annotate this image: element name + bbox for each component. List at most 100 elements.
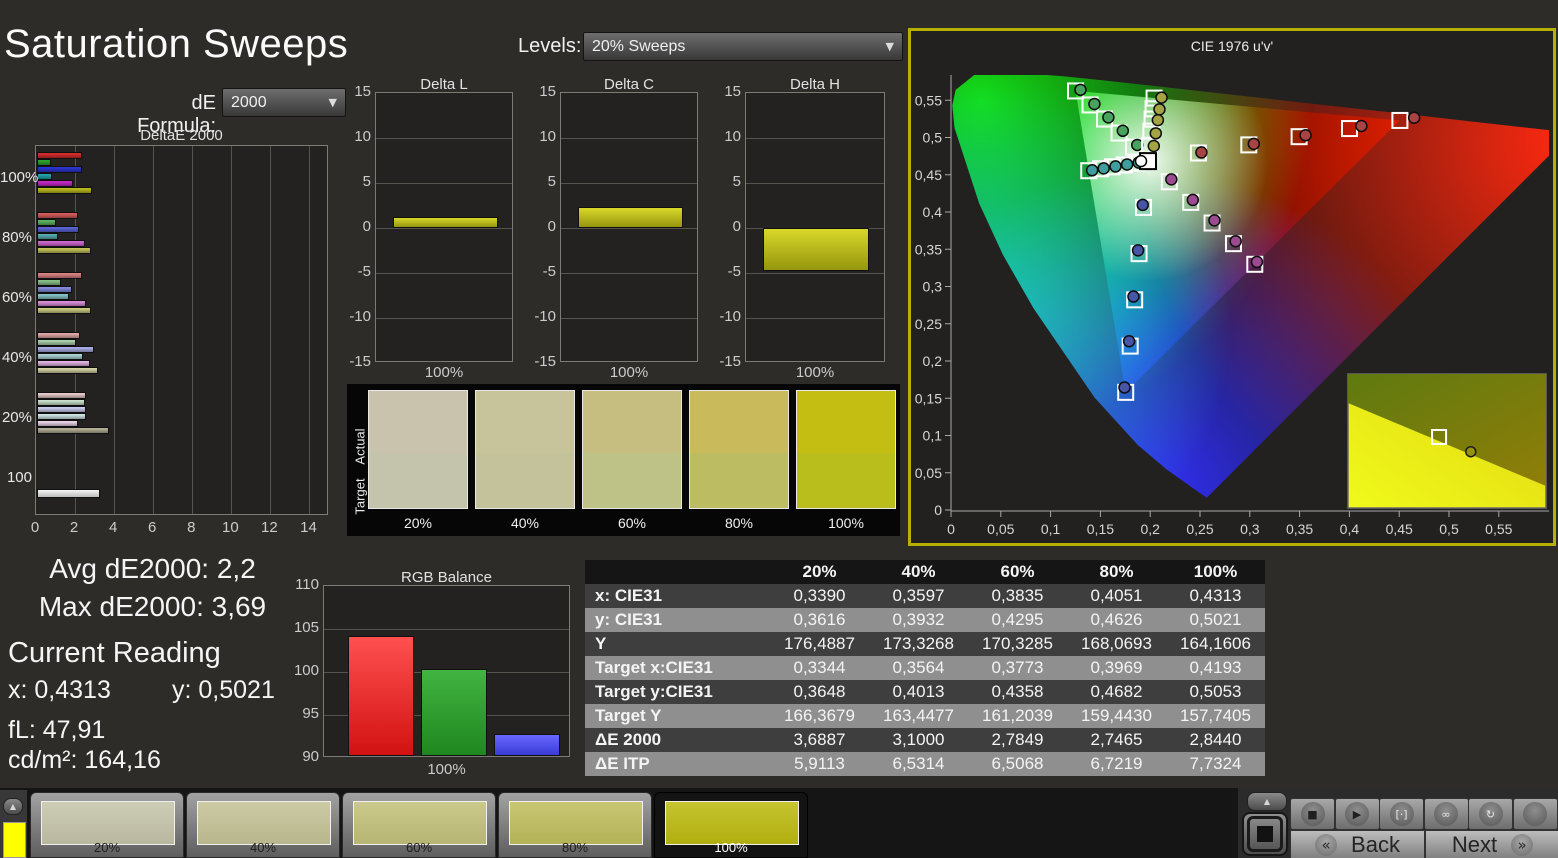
delta-chart-x-label: 100% [424, 364, 464, 381]
table-value-cell: 0,4193 [1166, 656, 1265, 680]
chevron-right-icon: » [1511, 834, 1534, 856]
swatch-color [353, 801, 487, 845]
svg-text:0,35: 0,35 [915, 241, 942, 257]
table-value-cell: 168,0693 [1067, 632, 1166, 656]
deltae-bar [37, 489, 100, 498]
table-value-cell: 170,3285 [968, 632, 1067, 656]
svg-text:0,25: 0,25 [915, 316, 942, 332]
gridline [376, 273, 512, 274]
svg-text:0,5: 0,5 [1439, 521, 1459, 537]
levels-label: Levels: [518, 35, 582, 57]
loop-icon: ∞ [1434, 802, 1458, 826]
table-row-label: Target y:CIE31 [585, 680, 770, 704]
table-value-cell: 166,3679 [770, 704, 869, 728]
svg-text:0,3: 0,3 [923, 279, 943, 295]
swatch-column-label: 80% [724, 515, 754, 531]
cie-measured-marker-red [1355, 119, 1368, 133]
group-label: 40% [1, 349, 32, 366]
levels-dropdown[interactable]: 20% Sweeps ▼ [583, 32, 903, 61]
cie-measured-marker-yellow [1151, 113, 1165, 127]
back-button[interactable]: « Back [1290, 830, 1425, 858]
y-tick-label: -5 [357, 263, 371, 280]
stop-button[interactable]: ■ [1290, 798, 1335, 830]
cie-measured-marker-blue [1131, 244, 1145, 257]
marker-icon: [·] [1389, 802, 1414, 826]
collapse-up-button[interactable]: ▲ [3, 798, 23, 815]
table-value-cell: 163,4477 [869, 704, 968, 728]
delta-chart-title: Delta H [789, 76, 841, 93]
svg-text:0,05: 0,05 [987, 521, 1014, 537]
back-button-label: Back [1351, 832, 1400, 857]
y-tick-label: 5 [732, 173, 741, 190]
swatch-color [509, 801, 643, 845]
saturation-swatch-button-100%[interactable]: 100% [654, 792, 808, 858]
actual-row-label: Actual [352, 428, 368, 465]
y-tick-label: 15 [539, 83, 556, 100]
table-value-cell: 0,5021 [1166, 608, 1265, 632]
delta-bar [393, 217, 498, 228]
cie-measured-marker-cyan [1120, 158, 1134, 171]
actual-swatch [582, 390, 682, 453]
marker-button[interactable]: [·] [1379, 798, 1424, 830]
reading-x: x: 0,4313 [8, 676, 111, 704]
cie-measured-marker-green [1102, 111, 1115, 124]
de-formula-dropdown[interactable]: 2000 ▼ [222, 88, 346, 117]
saturation-swatch-button-80%[interactable]: 80% [498, 792, 652, 858]
cie-measured-marker-blue [1127, 290, 1140, 303]
saturation-swatch-button-60%[interactable]: 60% [342, 792, 496, 858]
rgb-balance-title: RGB Balance [401, 569, 492, 586]
saturation-swatch-button-20%[interactable]: 20% [30, 792, 184, 858]
cie-title: CIE 1976 u'v' [1191, 38, 1273, 54]
gridline [746, 183, 884, 184]
svg-text:0,25: 0,25 [1186, 521, 1213, 537]
table-value-cell: 0,4295 [968, 608, 1067, 632]
svg-text:0,55: 0,55 [915, 92, 942, 108]
reading-fl: fL: 47,91 [8, 716, 106, 744]
rgb-bar-red [348, 635, 414, 756]
deltae-bar [37, 426, 110, 434]
table-value-cell: 3,6887 [770, 728, 869, 752]
swatch-button-label: 100% [714, 840, 748, 855]
svg-text:0,2: 0,2 [923, 353, 943, 369]
table-value-cell: 161,2039 [968, 704, 1067, 728]
rgb-balance-x-label: 100% [427, 761, 466, 778]
collapse-up-button[interactable]: ▲ [1247, 792, 1287, 811]
inset-measured-marker [1465, 445, 1477, 458]
swatch-button-label: 80% [561, 840, 589, 855]
patch-mini-panel: ▲ [0, 790, 27, 858]
table-value-cell: 0,4626 [1067, 608, 1166, 632]
table-value-cell: 6,5314 [869, 752, 968, 776]
group-label: 100 [6, 469, 32, 486]
x-tick-label: 8 [187, 519, 196, 536]
cie-measured-marker-red [1247, 137, 1261, 151]
table-header-cell: 20% [770, 560, 869, 584]
y-tick-label: 95 [302, 705, 319, 722]
svg-text:0,45: 0,45 [1386, 521, 1413, 537]
svg-text:0,35: 0,35 [1286, 521, 1313, 537]
cie-measured-marker-magenta [1186, 193, 1200, 207]
play-button[interactable]: ▶ [1334, 798, 1380, 830]
stop-display-button[interactable] [1242, 812, 1288, 856]
group-label: 80% [1, 229, 32, 246]
x-tick-label: 4 [108, 519, 118, 536]
group-label: 20% [1, 409, 32, 426]
y-tick-label: 0 [362, 218, 371, 235]
deltae-chart-title: DeltaE 2000 [140, 127, 223, 144]
next-button[interactable]: Next » [1425, 830, 1558, 858]
deltae-plot [35, 145, 328, 515]
group-label: 100% [0, 169, 39, 186]
gridline [376, 318, 512, 319]
saturation-swatch-button-40%[interactable]: 40% [186, 792, 340, 858]
reading-cdm2: cd/m²: 164,16 [8, 746, 161, 774]
target-swatch [689, 453, 789, 509]
cie-measured-marker-yellow [1155, 91, 1168, 104]
rgb-balance-plot [323, 585, 570, 757]
refresh-button[interactable]: ↻ [1468, 798, 1513, 830]
y-tick-label: 0 [732, 218, 741, 235]
cie-diagram: CIE 1976 u'v' 0 0,05 0,1 0,15 0,2 0,25 0… [915, 38, 1549, 537]
table-header-cell: 40% [869, 560, 968, 584]
swatch-color [665, 801, 799, 845]
blank-button[interactable] [1512, 798, 1558, 830]
chevron-left-icon: « [1315, 834, 1338, 856]
loop-button[interactable]: ∞ [1423, 798, 1469, 830]
